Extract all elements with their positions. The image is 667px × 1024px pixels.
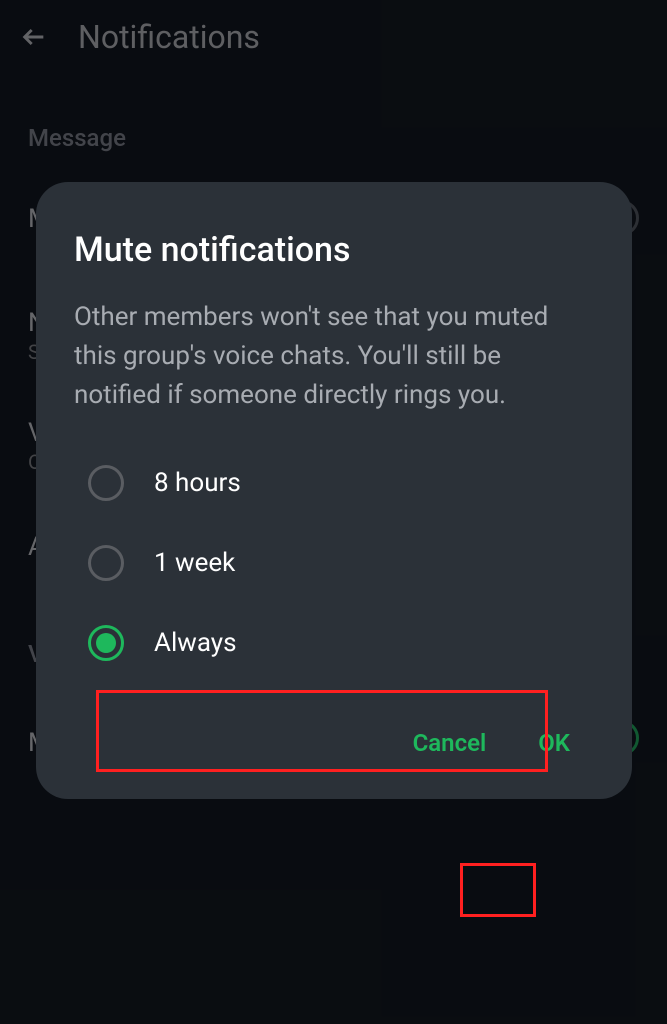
mute-dialog: Mute notifications Other members won't s… [36, 182, 632, 799]
cancel-button[interactable]: Cancel [401, 719, 499, 767]
radio-inner-dot [96, 633, 116, 653]
radio-label: 8 hours [154, 468, 241, 498]
radio-icon-selected [88, 625, 124, 661]
radio-icon [88, 545, 124, 581]
radio-label: 1 week [154, 548, 235, 578]
radio-option-1-week[interactable]: 1 week [74, 523, 594, 603]
radio-option-8-hours[interactable]: 8 hours [74, 443, 594, 523]
radio-label: Always [154, 628, 237, 658]
dialog-title: Mute notifications [74, 230, 594, 270]
ok-button[interactable]: OK [526, 719, 582, 767]
dialog-body-text: Other members won't see that you muted t… [74, 298, 594, 415]
radio-option-always[interactable]: Always [74, 603, 594, 683]
radio-icon [88, 465, 124, 501]
dialog-actions: Cancel OK [74, 719, 594, 767]
